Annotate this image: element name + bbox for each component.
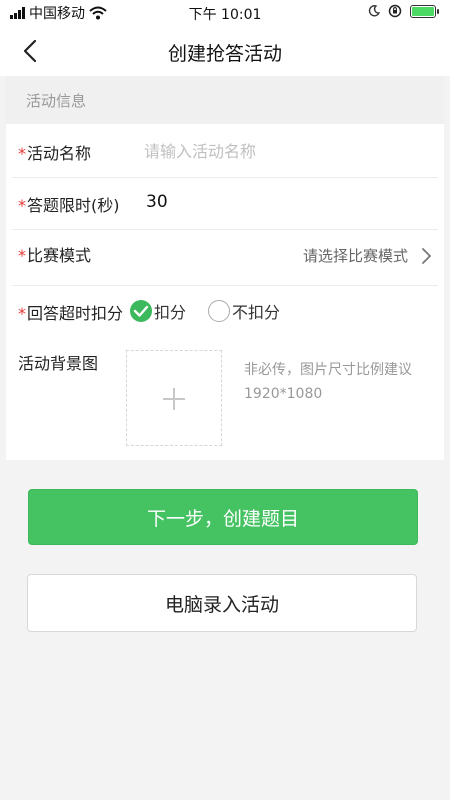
required-mark: * xyxy=(18,304,26,323)
required-mark: * xyxy=(18,196,26,215)
radio-label: 不扣分 xyxy=(232,303,281,322)
form-row-name: *活动名称 xyxy=(12,126,438,178)
field-label: *回答超时扣分 xyxy=(18,300,123,324)
status-right xyxy=(368,4,439,18)
form-row-timeout: *回答超时扣分 扣分 不扣分 xyxy=(12,286,438,342)
check-icon xyxy=(130,300,152,322)
required-mark: * xyxy=(18,144,26,163)
radio-circle-icon xyxy=(208,300,230,322)
activity-form: *活动名称 *答题限时(秒) 30 *比赛模式 请选择比赛模式 *回答超时扣分 … xyxy=(6,124,444,460)
background-label: 活动背景图 xyxy=(18,354,99,373)
timeout-label: 回答超时扣分 xyxy=(27,304,124,323)
field-label: *答题限时(秒) xyxy=(18,192,120,216)
name-label: 活动名称 xyxy=(27,144,92,163)
required-mark: * xyxy=(18,246,26,265)
pc-entry-button[interactable]: 电脑录入活动 xyxy=(27,574,417,632)
nav-bar: 创建抢答活动 xyxy=(0,26,450,76)
moon-icon xyxy=(368,5,380,17)
form-row-mode[interactable]: *比赛模式 请选择比赛模式 xyxy=(12,230,438,286)
upload-hint: 非必传，图片尺寸比例建议 1920*1080 xyxy=(244,362,412,402)
rotation-lock-icon xyxy=(388,4,402,18)
activity-name-input[interactable] xyxy=(144,136,414,166)
mode-label: 比赛模式 xyxy=(27,246,92,265)
time-limit-input[interactable]: 30 xyxy=(146,192,168,212)
page-title: 创建抢答活动 xyxy=(167,43,282,65)
radio-deduct[interactable]: 扣分 xyxy=(130,299,186,323)
mode-select[interactable]: 请选择比赛模式 xyxy=(303,245,408,266)
radio-label: 扣分 xyxy=(154,303,187,322)
upload-image-button[interactable] xyxy=(126,350,222,446)
time-limit-label: 答题限时(秒) xyxy=(27,196,120,215)
form-row-time-limit: *答题限时(秒) 30 xyxy=(12,178,438,230)
radio-no-deduct[interactable]: 不扣分 xyxy=(208,299,280,323)
status-bar: 中国移动 下午 10:01 xyxy=(0,0,450,26)
field-label: *活动名称 xyxy=(18,140,91,164)
next-step-button[interactable]: 下一步，创建题目 xyxy=(28,489,418,545)
chevron-right-icon xyxy=(422,248,431,264)
section-header: 活动信息 xyxy=(6,76,444,124)
battery-charging-icon xyxy=(410,4,439,18)
field-label: *比赛模式 xyxy=(18,242,91,266)
